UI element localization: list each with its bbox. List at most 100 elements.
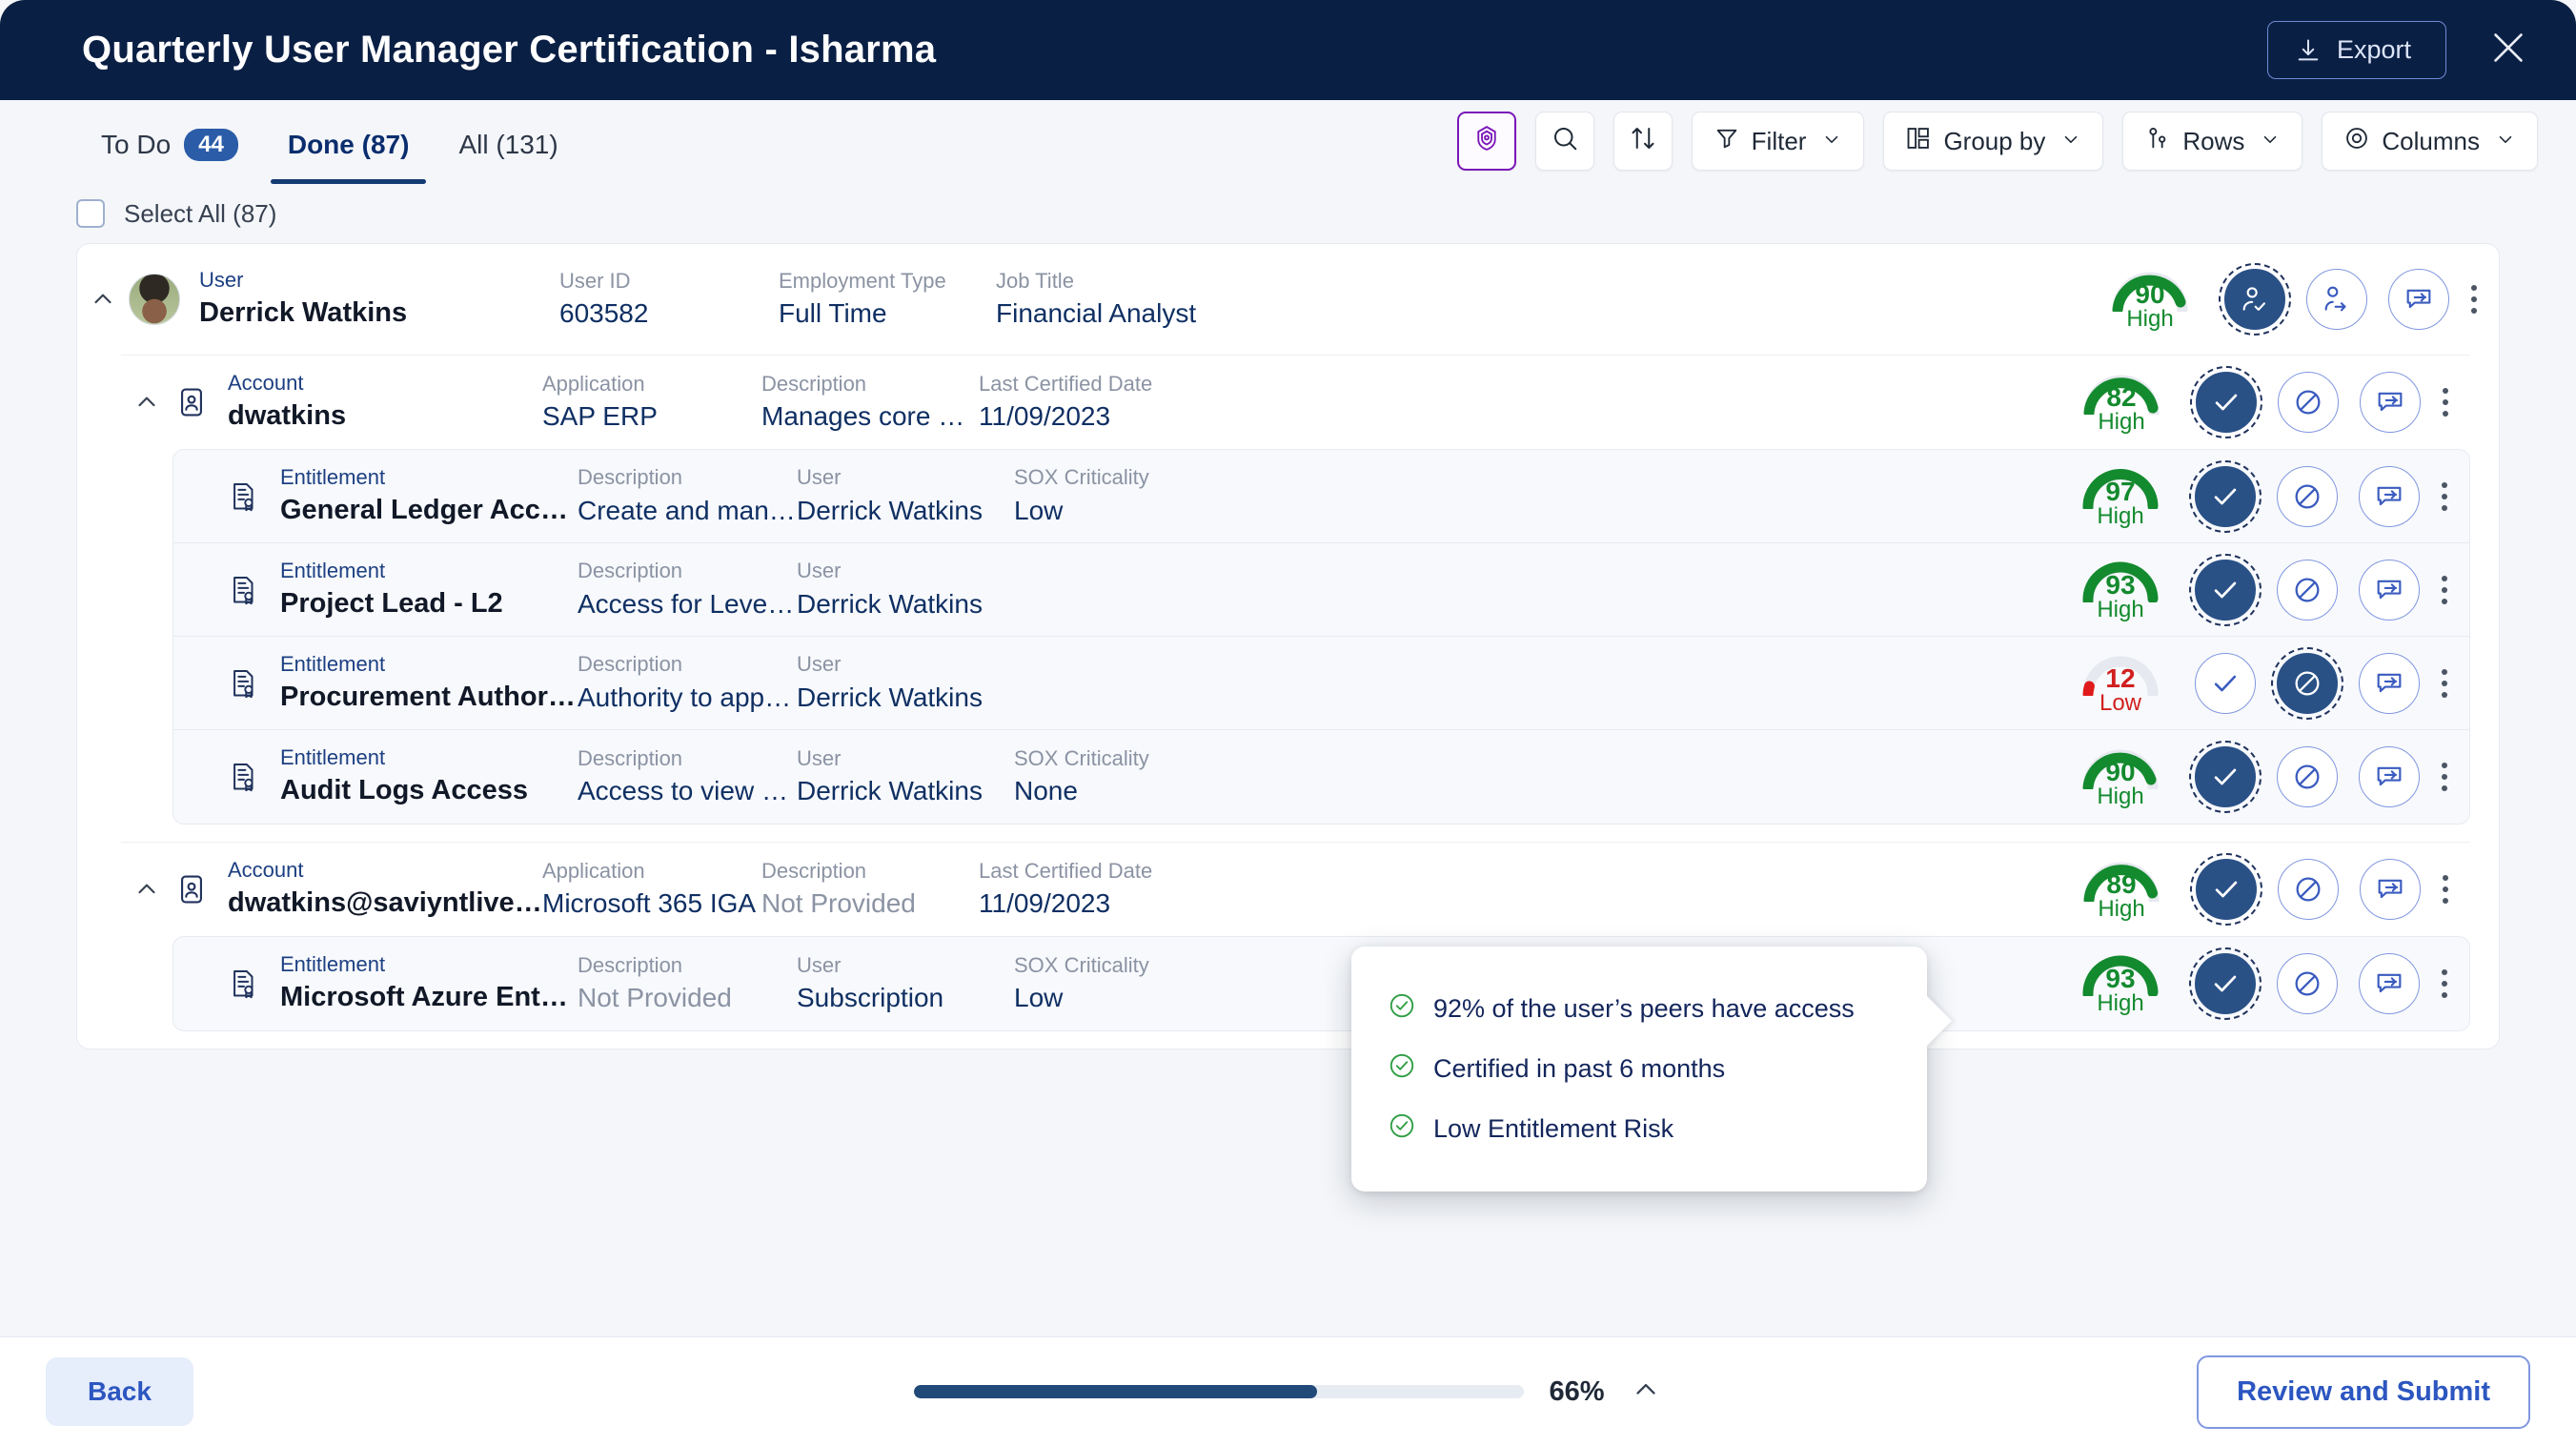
- certification-page: Quarterly User Manager Certification - I…: [0, 0, 2576, 1446]
- last-certified-value: 11/09/2023: [979, 888, 1111, 918]
- user-label: User: [797, 952, 842, 977]
- account-card: Account dwatkins@saviyntlive.onmicro… Ap…: [121, 843, 2470, 936]
- approve-button[interactable]: [2189, 947, 2262, 1020]
- export-button[interactable]: Export: [2266, 21, 2446, 79]
- risk-level: High: [2097, 502, 2144, 529]
- deny-button[interactable]: [2277, 559, 2338, 621]
- risk-score: 90: [2105, 757, 2136, 786]
- entitlement-more-menu[interactable]: [2420, 969, 2469, 998]
- risk-gauge: 90 High: [2100, 266, 2200, 333]
- entitlement-fields: Entitlement Project Lead - L2 Descriptio…: [280, 559, 2071, 621]
- risk-gauge: 93 High: [2071, 557, 2170, 623]
- application-label: Application: [542, 371, 645, 396]
- entitlement-row[interactable]: Entitlement Audit Logs Access Descriptio…: [173, 730, 2469, 824]
- risk-score: 89: [2106, 869, 2137, 899]
- entitlement-name: General Ledger Access: [280, 494, 578, 525]
- deny-button[interactable]: [2278, 859, 2339, 920]
- entitlement-name: Audit Logs Access: [280, 775, 528, 806]
- user-more-menu[interactable]: [2449, 285, 2499, 314]
- review-and-submit-button[interactable]: Review and Submit: [2197, 1354, 2530, 1429]
- export-label: Export: [2336, 35, 2411, 64]
- expand-account-caret[interactable]: [121, 875, 172, 904]
- comment-button[interactable]: [2388, 269, 2449, 330]
- close-icon[interactable]: [2486, 26, 2530, 74]
- expand-account-caret[interactable]: [121, 388, 172, 417]
- user-row[interactable]: User Derrick Watkins User ID 603582 Empl…: [77, 244, 2499, 355]
- deny-button[interactable]: [2277, 746, 2338, 807]
- comment-button[interactable]: [2359, 559, 2420, 621]
- entitlement-label: Entitlement: [280, 952, 386, 977]
- approve-button[interactable]: [2190, 366, 2262, 438]
- approve-button[interactable]: [2189, 553, 2262, 626]
- approve-user-button[interactable]: [2219, 263, 2291, 336]
- rows-button[interactable]: Rows: [2122, 112, 2303, 171]
- tab-done[interactable]: Done (87): [263, 100, 435, 184]
- reassign-user-button[interactable]: [2306, 269, 2367, 330]
- entitlement-more-menu[interactable]: [2420, 668, 2469, 698]
- group-by-button[interactable]: Group by: [1883, 112, 2104, 171]
- tooltip-text: Certified in past 6 months: [1433, 1054, 1726, 1083]
- chevron-up-icon[interactable]: [1630, 1374, 1662, 1411]
- entitlement-row[interactable]: Entitlement Project Lead - L2 Descriptio…: [173, 543, 2469, 637]
- select-all-label: Select All (87): [124, 198, 277, 228]
- columns-icon: [2343, 125, 2370, 158]
- insights-button[interactable]: [1456, 112, 1516, 171]
- comment-button[interactable]: [2360, 372, 2421, 433]
- risk-score: 93: [2105, 964, 2136, 993]
- expand-user-caret[interactable]: [77, 285, 129, 314]
- entitlement-icon: [225, 965, 263, 1003]
- sort-button[interactable]: [1613, 112, 1673, 171]
- entitlement-row[interactable]: Entitlement Procurement Authorization… D…: [173, 637, 2469, 730]
- group-by-label: Group by: [1943, 126, 2046, 155]
- comment-button[interactable]: [2359, 746, 2420, 807]
- tab-todo[interactable]: To Do 44: [76, 100, 263, 184]
- risk-gauge: 82 High: [2072, 369, 2171, 436]
- description-value: Create and manage ent…: [578, 495, 797, 525]
- deny-button[interactable]: [2271, 646, 2343, 720]
- back-button[interactable]: Back: [46, 1357, 193, 1426]
- entitlement-fields: Entitlement Procurement Authorization… D…: [280, 652, 2071, 714]
- approve-button[interactable]: [2189, 459, 2262, 533]
- tooltip-item: Low Entitlement Risk: [1388, 1099, 1893, 1159]
- account-more-menu[interactable]: [2421, 388, 2470, 417]
- user-label: User: [199, 268, 244, 293]
- entitlement-row[interactable]: Entitlement General Ledger Access Descri…: [173, 450, 2469, 543]
- deny-button[interactable]: [2277, 953, 2338, 1014]
- risk-gauge: 89 High: [2072, 856, 2171, 923]
- approve-button[interactable]: [2195, 652, 2256, 714]
- tab-all[interactable]: All (131): [434, 100, 582, 184]
- account-more-menu[interactable]: [2421, 875, 2470, 904]
- comment-button[interactable]: [2359, 953, 2420, 1014]
- download-icon: [2295, 37, 2322, 64]
- filter-button[interactable]: Filter: [1691, 112, 1865, 171]
- user-value: Subscription: [797, 983, 944, 1012]
- user-label: User: [797, 465, 842, 490]
- deny-button[interactable]: [2277, 465, 2338, 527]
- entitlement-more-menu[interactable]: [2420, 763, 2469, 791]
- job-title-value: Financial Analyst: [996, 298, 1197, 328]
- approve-button[interactable]: [2189, 741, 2262, 813]
- certification-list[interactable]: User Derrick Watkins User ID 603582 Empl…: [0, 243, 2576, 1336]
- comment-button[interactable]: [2359, 652, 2420, 714]
- user-value: Derrick Watkins: [797, 495, 983, 525]
- sox-criticality-label: SOX Criticality: [1014, 952, 1149, 977]
- comment-button[interactable]: [2360, 859, 2421, 920]
- columns-button[interactable]: Columns: [2322, 112, 2538, 171]
- avatar: [129, 274, 180, 325]
- search-button[interactable]: [1534, 112, 1594, 171]
- user-value: Derrick Watkins: [797, 682, 983, 712]
- tooltip-item: Certified in past 6 months: [1388, 1039, 1893, 1099]
- deny-button[interactable]: [2278, 372, 2339, 433]
- tooltip-text: Low Entitlement Risk: [1433, 1114, 1674, 1143]
- account-row[interactable]: Account dwatkins@saviyntlive.onmicro… Ap…: [121, 843, 2470, 936]
- select-all-checkbox[interactable]: [76, 199, 105, 228]
- entitlement-row[interactable]: Entitlement Microsoft Azure Enterprise(……: [173, 937, 2469, 1030]
- entitlement-more-menu[interactable]: [2420, 575, 2469, 604]
- entitlement-more-menu[interactable]: [2420, 481, 2469, 511]
- account-row[interactable]: Account dwatkins Application SAP ERP Des…: [121, 356, 2470, 449]
- approve-button[interactable]: [2190, 853, 2262, 926]
- tooltip-item: 92% of the user’s peers have access: [1388, 979, 1893, 1039]
- entitlement-group: Entitlement Microsoft Azure Enterprise(……: [172, 936, 2470, 1031]
- entitlement-name: Procurement Authorization…: [280, 681, 578, 712]
- comment-button[interactable]: [2359, 465, 2420, 527]
